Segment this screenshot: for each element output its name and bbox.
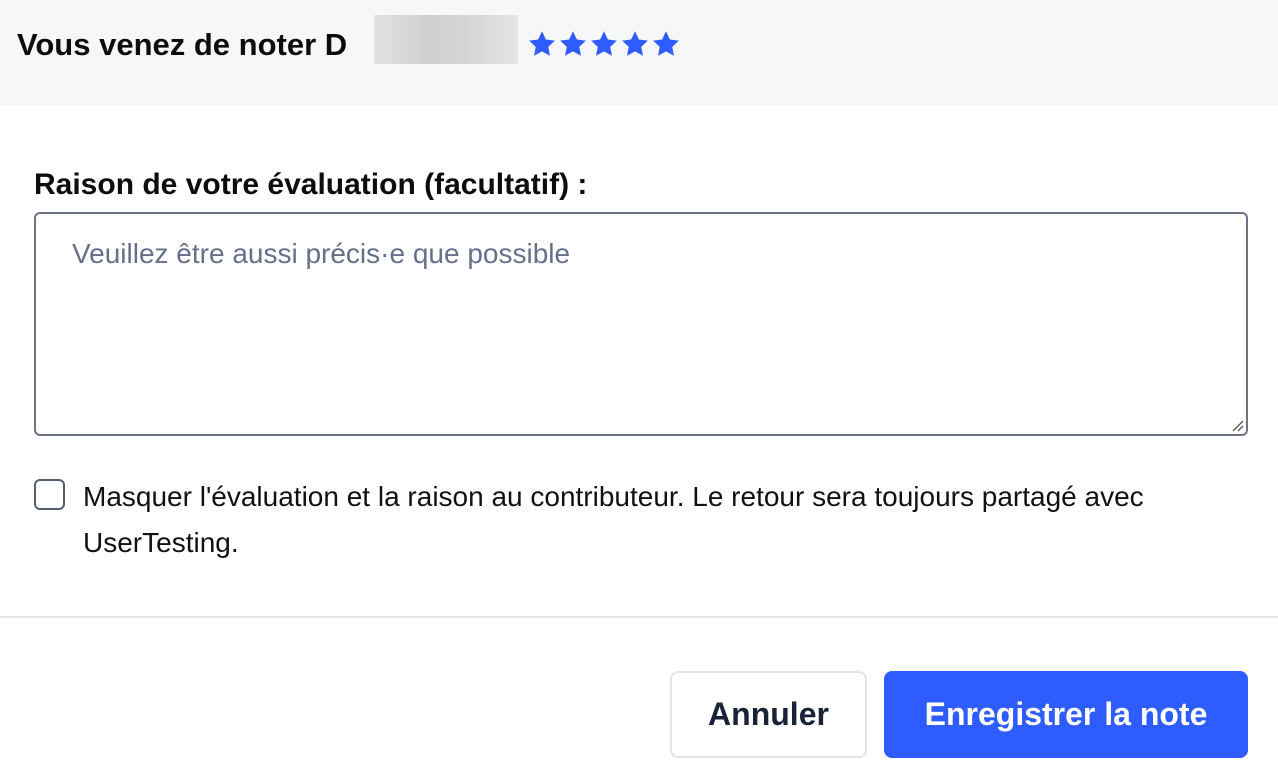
reason-textarea[interactable]: Veuillez être aussi précis·e que possibl… — [34, 212, 1248, 436]
star-icon[interactable] — [589, 28, 619, 60]
rating-title: Vous venez de noter D — [17, 27, 348, 62]
rating-header: Vous venez de noter D — [0, 0, 1278, 105]
reason-placeholder: Veuillez être aussi précis·e que possibl… — [72, 238, 571, 269]
redacted-name — [374, 15, 518, 64]
footer-divider — [0, 616, 1278, 618]
save-rating-button[interactable]: Enregistrer la note — [884, 671, 1248, 758]
star-icon[interactable] — [527, 28, 557, 60]
cancel-button[interactable]: Annuler — [670, 671, 867, 758]
star-rating[interactable] — [527, 28, 681, 60]
star-icon[interactable] — [620, 28, 650, 60]
hide-rating-checkbox[interactable] — [34, 479, 65, 510]
star-icon[interactable] — [651, 28, 681, 60]
resize-grip-icon[interactable] — [1230, 418, 1244, 432]
hide-rating-checkbox-label[interactable]: Masquer l'évaluation et la raison au con… — [83, 474, 1253, 566]
reason-label: Raison de votre évaluation (facultatif) … — [34, 168, 588, 201]
star-icon[interactable] — [558, 28, 588, 60]
